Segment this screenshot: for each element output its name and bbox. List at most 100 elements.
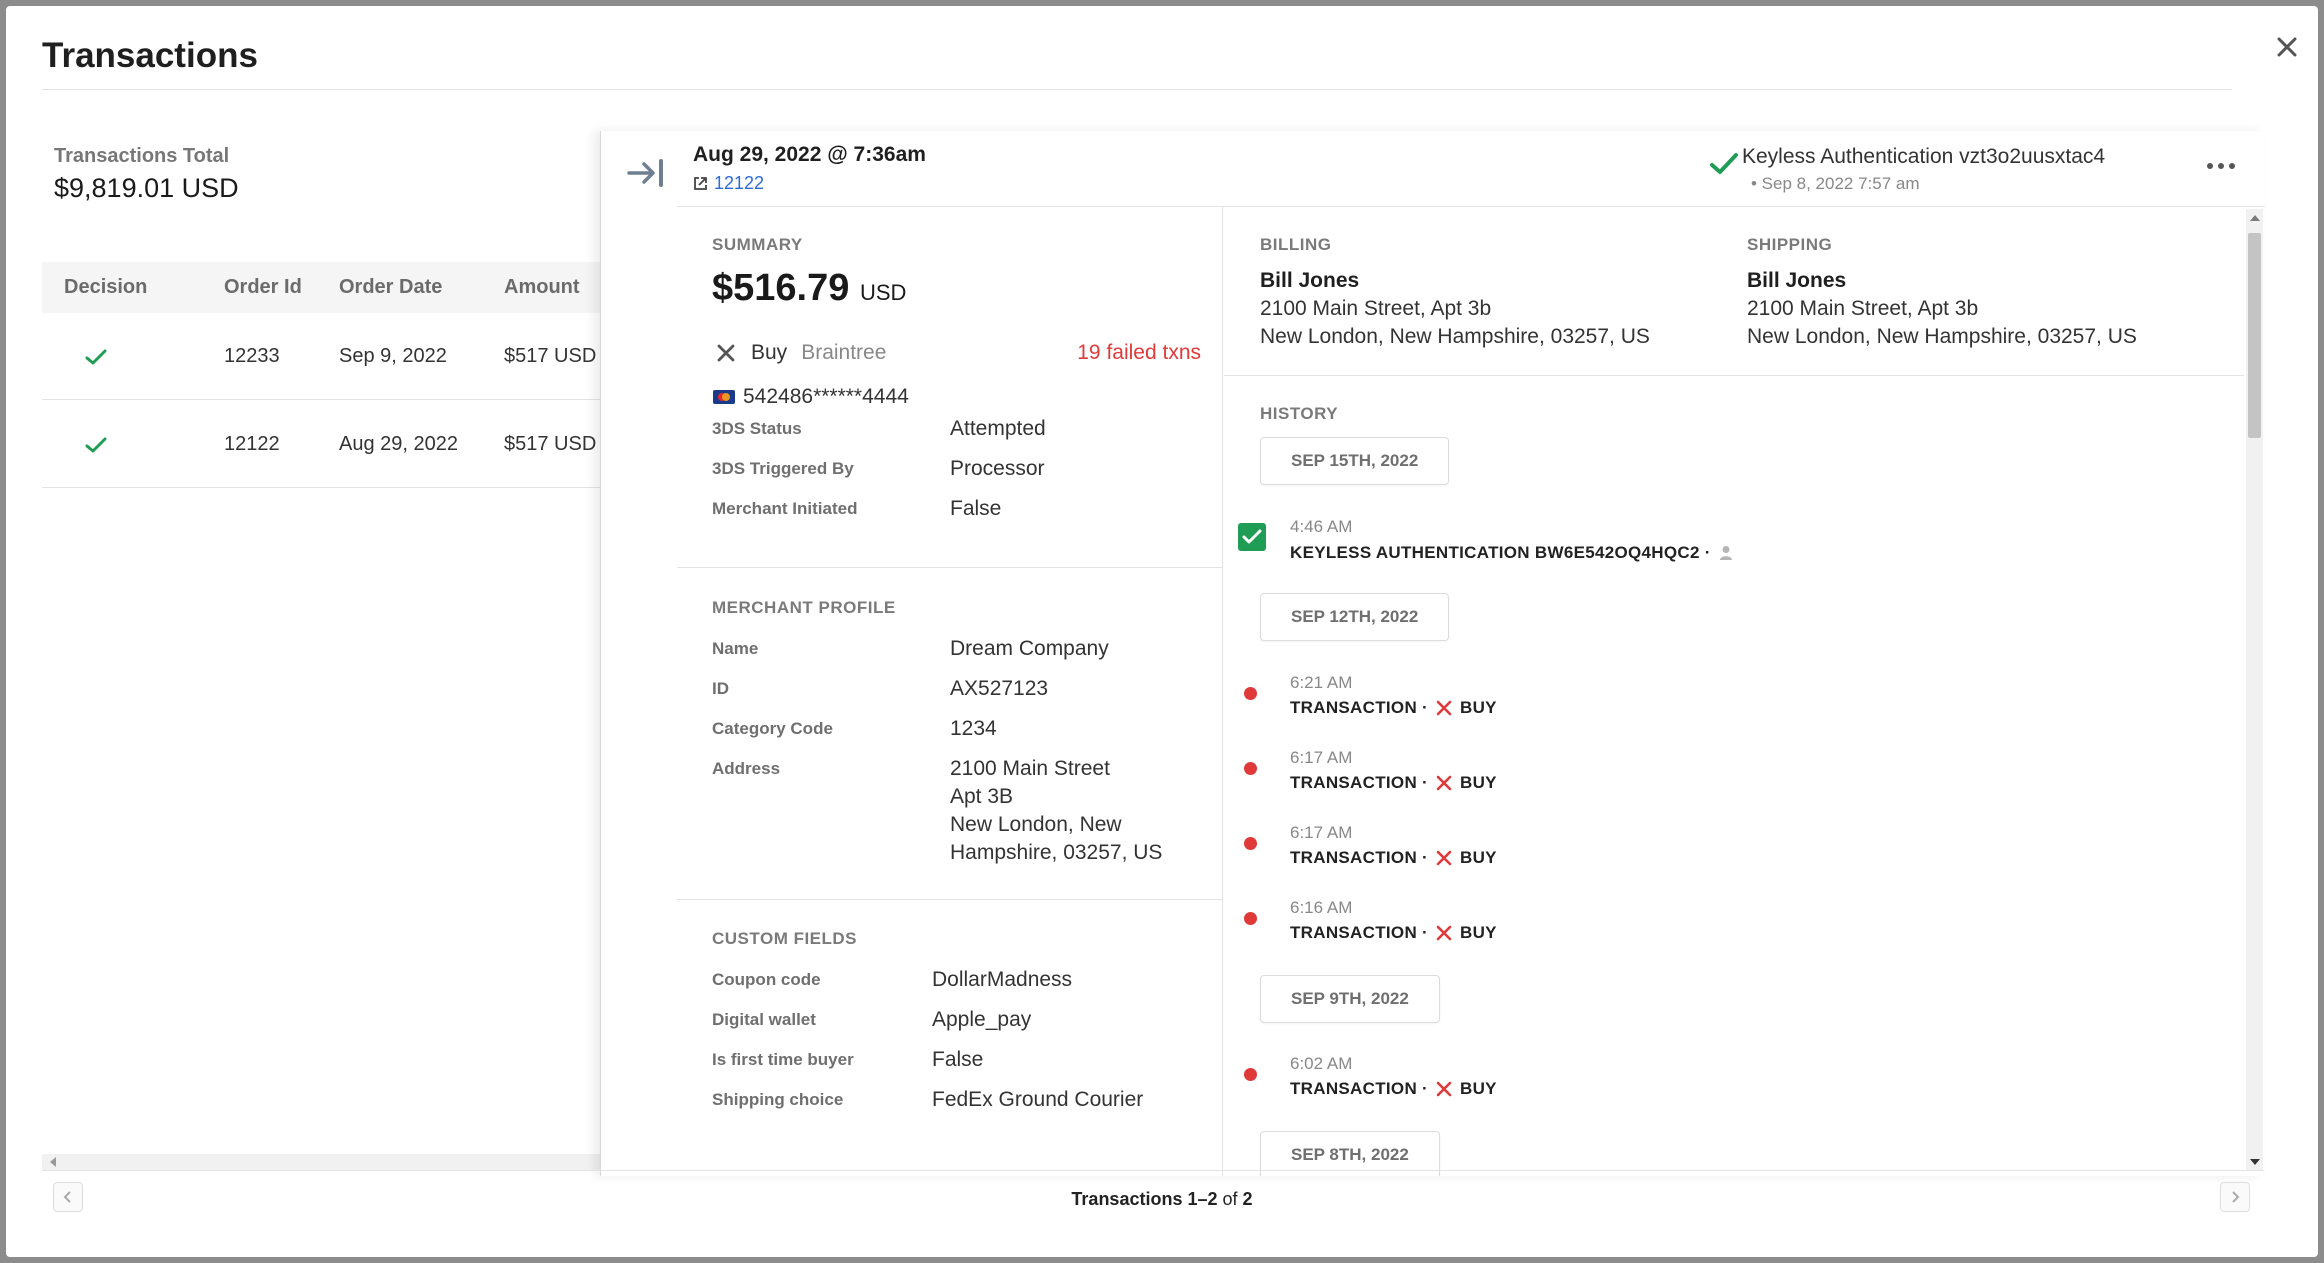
merchant-id-label: ID: [712, 679, 729, 698]
transaction-date: Aug 29, 2022 @ 7:36am: [693, 143, 926, 166]
scroll-left-arrow-icon[interactable]: [50, 1157, 56, 1167]
table-header: Decision Order Id Order Date Amount: [42, 262, 602, 313]
failed-dot-icon: [1244, 1068, 1257, 1081]
3ds-status-label: 3DS Status: [712, 419, 802, 438]
list-horizontal-scrollbar[interactable]: [42, 1154, 602, 1170]
event-time: 6:17 AM: [1290, 823, 1353, 842]
3ds-status-value: Attempted: [950, 417, 1046, 440]
shipping-choice-label: Shipping choice: [712, 1090, 844, 1109]
first-time-buyer-value: False: [932, 1048, 984, 1071]
summary-column: SUMMARY $516.79 USD Buy Braintree 19 fai…: [677, 207, 1223, 1176]
custom-fields-label: CUSTOM FIELDS: [712, 929, 858, 948]
shipping-line-2: New London, New Hampshire, 03257, US: [1747, 325, 2137, 348]
section-divider: [677, 567, 1223, 568]
user-icon: [1719, 546, 1732, 560]
modal-title: Transactions: [42, 36, 258, 75]
event-time: 6:17 AM: [1290, 748, 1353, 767]
digital-wallet-value: Apple_pay: [932, 1008, 1032, 1031]
transaction-event[interactable]: TRANSACTION · BUY: [1290, 923, 1497, 943]
section-divider: [1224, 375, 2244, 376]
card-line: 542486******4444: [713, 385, 909, 409]
mastercard-icon: [713, 390, 735, 404]
more-options-button[interactable]: [2199, 151, 2243, 181]
order-link-text[interactable]: 12122: [714, 173, 764, 194]
failed-x-icon: [1436, 775, 1452, 791]
title-divider: [42, 89, 2232, 90]
keyless-event[interactable]: KEYLESS AUTHENTICATION BW6E542OQ4HQC2 ·: [1290, 543, 1733, 563]
history-date-chip: SEP 12TH, 2022: [1260, 593, 1450, 641]
collapse-right-icon[interactable]: [626, 158, 666, 188]
3ds-triggered-value: Processor: [950, 457, 1045, 480]
order-date-cell: Sep 9, 2022: [339, 345, 447, 367]
failed-x-icon: [1436, 1081, 1452, 1097]
merchant-address-value: 2100 Main Street Apt 3B New London, New …: [950, 757, 1163, 864]
summary-currency: USD: [859, 280, 907, 305]
amount-cell: $517 USD: [504, 345, 597, 367]
decision-cell: [84, 313, 108, 400]
category-code-value: 1234: [950, 717, 997, 740]
merchant-initiated-value: False: [950, 497, 1002, 520]
shipping-label: SHIPPING: [1747, 235, 1833, 254]
shipping-name: Bill Jones: [1747, 269, 1847, 292]
event-time: 6:02 AM: [1290, 1054, 1353, 1073]
history-date-chip: SEP 9TH, 2022: [1260, 975, 1440, 1023]
column-header-amount[interactable]: Amount: [504, 262, 580, 313]
history-date-chip: SEP 15TH, 2022: [1260, 437, 1450, 485]
category-code-label: Category Code: [712, 719, 833, 738]
amount-cell: $517 USD: [504, 433, 597, 455]
check-icon: [1242, 529, 1262, 544]
column-header-order-id[interactable]: Order Id: [224, 262, 302, 313]
failed-dot-icon: [1244, 762, 1257, 775]
failed-x-icon: [1436, 850, 1452, 866]
merchant-name-value: Dream Company: [950, 637, 1109, 660]
external-link-icon: [694, 177, 707, 190]
digital-wallet-label: Digital wallet: [712, 1010, 816, 1029]
keyless-success-icon: [1238, 523, 1266, 551]
billing-label: BILLING: [1260, 235, 1332, 254]
scrollbar-thumb[interactable]: [2248, 233, 2261, 438]
summary-label: SUMMARY: [712, 235, 803, 254]
merchant-initiated-label: Merchant Initiated: [712, 499, 858, 518]
shipping-line-1: 2100 Main Street, Apt 3b: [1747, 297, 1979, 320]
history-label: HISTORY: [1260, 404, 1339, 423]
scroll-up-arrow-icon[interactable]: [2250, 215, 2260, 221]
transaction-event[interactable]: TRANSACTION · BUY: [1290, 848, 1497, 868]
failed-dot-icon: [1244, 837, 1257, 850]
next-page-button[interactable]: [2220, 1182, 2250, 1212]
column-header-decision[interactable]: Decision: [64, 262, 147, 313]
auth-status-check: [1709, 151, 1739, 182]
transaction-event[interactable]: TRANSACTION · BUY: [1290, 773, 1497, 793]
footer-divider: [42, 1170, 2264, 1171]
close-button[interactable]: [2268, 28, 2306, 66]
order-link[interactable]: 12122: [693, 173, 764, 194]
billing-line-1: 2100 Main Street, Apt 3b: [1260, 297, 1492, 320]
transaction-type: Buy: [751, 341, 788, 364]
column-header-order-date[interactable]: Order Date: [339, 262, 442, 313]
billing-name: Bill Jones: [1260, 269, 1360, 292]
table-row[interactable]: 12233 Sep 9, 2022 $517 USD: [42, 313, 602, 400]
coupon-code-label: Coupon code: [712, 970, 821, 989]
table-row[interactable]: 12122 Aug 29, 2022 $517 USD: [42, 401, 602, 488]
check-icon: [1710, 153, 1738, 174]
event-time: 4:46 AM: [1290, 517, 1353, 536]
order-id-cell: 12233: [224, 345, 280, 367]
3ds-triggered-label: 3DS Triggered By: [712, 459, 854, 478]
merchant-profile-label: MERCHANT PROFILE: [712, 598, 896, 617]
collapse-panel-button[interactable]: [623, 153, 669, 193]
transaction-event[interactable]: TRANSACTION · BUY: [1290, 1079, 1497, 1099]
failed-x-icon: [717, 344, 735, 362]
event-time: 6:21 AM: [1290, 673, 1353, 692]
failed-txns-link[interactable]: 19 failed txns: [1077, 341, 1201, 365]
order-id-cell: 12122: [224, 433, 280, 455]
transactions-total-value: $9,819.01 USD: [54, 173, 239, 203]
summary-amount: $516.79 USD: [712, 267, 907, 309]
transaction-event[interactable]: TRANSACTION · BUY: [1290, 698, 1497, 718]
auth-title: Keyless Authentication vzt3o2uusxtac4: [1742, 145, 2106, 168]
detail-vertical-scrollbar[interactable]: [2246, 209, 2263, 1171]
scroll-down-arrow-icon[interactable]: [2250, 1159, 2260, 1165]
close-icon[interactable]: [2276, 36, 2298, 58]
decision-cell: [84, 401, 108, 488]
shipping-choice-value: FedEx Ground Courier: [932, 1088, 1144, 1111]
transactions-modal: Transactions Transactions Total $9,819.0…: [6, 6, 2318, 1257]
failed-x-icon: [1436, 925, 1452, 941]
